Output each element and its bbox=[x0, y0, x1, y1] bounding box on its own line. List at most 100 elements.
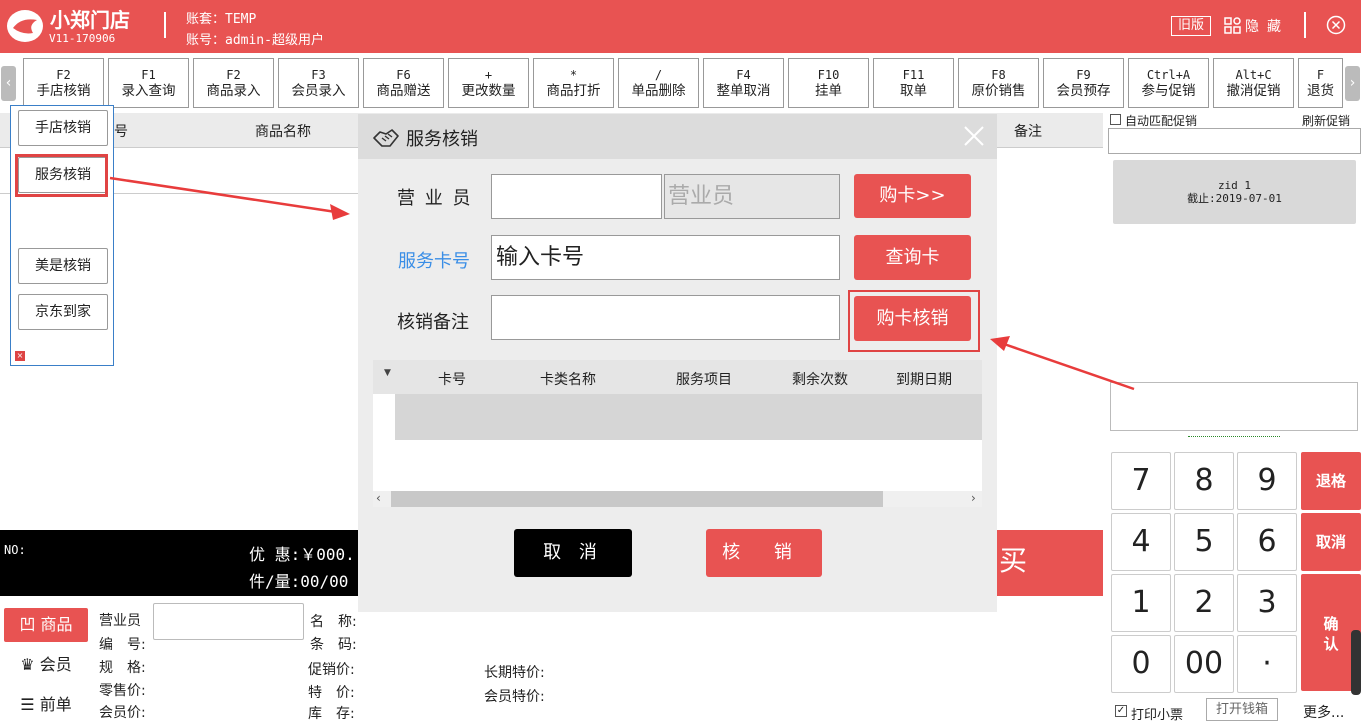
shortcut-key: Ctrl+A bbox=[1146, 68, 1191, 82]
divider bbox=[1188, 436, 1280, 437]
auto-match-label: 自动匹配促销 bbox=[1125, 114, 1198, 128]
old-version-button[interactable]: 旧版 bbox=[1171, 16, 1211, 36]
barcode-label: 条 码: bbox=[310, 637, 357, 653]
pieces-value: 件/量:00/00 bbox=[249, 572, 349, 591]
toolbar-button-6[interactable]: + 更改数量 bbox=[448, 58, 529, 108]
shortcut-key: F4 bbox=[736, 68, 751, 82]
numpad-key[interactable]: 7 bbox=[1111, 452, 1171, 510]
numpad-key[interactable]: 4 bbox=[1111, 513, 1171, 571]
toolbar-left-arrow[interactable]: ‹ bbox=[1, 66, 16, 101]
cancel-button[interactable]: 取 消 bbox=[514, 529, 632, 577]
toolbar-button-5[interactable]: F6 商品赠送 bbox=[363, 58, 444, 108]
buy-card-verify-button[interactable]: 购卡核销 bbox=[854, 296, 971, 341]
toolbar-button-15[interactable]: Alt+C 撤消促销 bbox=[1213, 58, 1294, 108]
popup-close-icon[interactable]: × bbox=[15, 351, 25, 361]
column-header-name: 商品名称 bbox=[255, 124, 311, 140]
toolbar-button-2[interactable]: F1 录入查询 bbox=[108, 58, 189, 108]
toolbar-button-label: 更改数量 bbox=[461, 83, 516, 99]
promo-card[interactable]: zid 1 截止:2019-07-01 bbox=[1113, 160, 1356, 224]
close-icon[interactable] bbox=[1326, 15, 1346, 35]
numpad-key[interactable]: 5 bbox=[1174, 513, 1234, 571]
numpad-key[interactable]: 8 bbox=[1174, 452, 1234, 510]
grid-icon[interactable] bbox=[1224, 17, 1241, 34]
clerk-label: 营业员 bbox=[99, 613, 141, 629]
clerk-input[interactable] bbox=[153, 603, 304, 640]
toolbar-button-8[interactable]: / 单品删除 bbox=[618, 58, 699, 108]
stock-label: 库 存: bbox=[308, 706, 355, 722]
more-button[interactable]: 更多... bbox=[1303, 702, 1344, 722]
divider bbox=[1304, 12, 1306, 38]
numpad-key[interactable]: 3 bbox=[1237, 574, 1297, 632]
auto-match-checkbox[interactable] bbox=[1110, 114, 1121, 125]
sort-down-icon[interactable]: ▼ bbox=[384, 368, 391, 378]
toolbar-button-7[interactable]: * 商品打折 bbox=[533, 58, 614, 108]
tab-goods-label: 商品 bbox=[40, 615, 73, 634]
shortcut-key: F3 bbox=[311, 68, 326, 82]
highlight-box bbox=[15, 154, 108, 197]
toolbar-button-11[interactable]: F11 取单 bbox=[873, 58, 954, 108]
card-number-input[interactable]: 输入卡号 bbox=[491, 235, 840, 280]
toolbar-button-9[interactable]: F4 整单取消 bbox=[703, 58, 784, 108]
tab-goods[interactable]: 凹 商品 bbox=[4, 608, 88, 642]
tab-previous-order[interactable]: ☰ 前单 bbox=[4, 688, 88, 722]
toolbar-button-label: 原价销售 bbox=[971, 83, 1026, 99]
numpad-key[interactable]: 0 bbox=[1111, 635, 1171, 693]
toolbar-button-12[interactable]: F8 原价销售 bbox=[958, 58, 1039, 108]
account-set-label: 账套：TEMP bbox=[186, 12, 257, 27]
toolbar-button-10[interactable]: F10 挂单 bbox=[788, 58, 869, 108]
hide-button[interactable]: 隐藏 bbox=[1245, 16, 1289, 36]
toolbar-button-16[interactable]: F 退货 bbox=[1298, 58, 1343, 108]
toolbar-button-4[interactable]: F3 会员录入 bbox=[278, 58, 359, 108]
scroll-right-icon[interactable]: › bbox=[971, 491, 976, 505]
numpad-key[interactable]: 00 bbox=[1174, 635, 1234, 693]
shortcut-key: F1 bbox=[141, 68, 156, 82]
clerk-code-input[interactable] bbox=[491, 174, 662, 219]
col-expiry: 到期日期 bbox=[896, 372, 952, 388]
numpad-key[interactable]: 2 bbox=[1174, 574, 1234, 632]
cancel-key-button[interactable]: 取消 bbox=[1301, 513, 1361, 571]
remark-input[interactable] bbox=[491, 295, 840, 340]
open-drawer-button[interactable]: 打开钱箱 bbox=[1206, 698, 1278, 721]
divider bbox=[164, 12, 166, 38]
promo-search-input[interactable] bbox=[1108, 128, 1361, 154]
toolbar-right-arrow[interactable]: › bbox=[1345, 66, 1360, 101]
backspace-button[interactable]: 退格 bbox=[1301, 452, 1361, 510]
scrollbar-thumb[interactable] bbox=[391, 491, 883, 507]
toolbar-button-13[interactable]: F9 会员预存 bbox=[1043, 58, 1124, 108]
numpad-key[interactable]: 1 bbox=[1111, 574, 1171, 632]
spec-label: 规 格: bbox=[99, 660, 146, 676]
numpad-key[interactable]: 9 bbox=[1237, 452, 1297, 510]
version-label: V11-170906 bbox=[49, 32, 116, 45]
numpad-display[interactable] bbox=[1110, 382, 1358, 431]
numpad-key[interactable]: · bbox=[1237, 635, 1297, 693]
shortcut-key: / bbox=[654, 68, 663, 82]
refresh-promo-button[interactable]: 刷新促销 bbox=[1302, 112, 1350, 129]
shortcut-key: F10 bbox=[817, 68, 840, 82]
numpad-key[interactable]: 6 bbox=[1237, 513, 1297, 571]
scroll-left-icon[interactable]: ‹ bbox=[376, 491, 381, 505]
query-card-button[interactable]: 查询卡 bbox=[854, 235, 971, 280]
toolbar-button-label: 撤消促销 bbox=[1226, 83, 1281, 99]
toolbar-button-3[interactable]: F2 商品录入 bbox=[193, 58, 274, 108]
toolbar-button-label: 退货 bbox=[1307, 83, 1334, 99]
toolbar-button-1[interactable]: F2 手店核销 bbox=[23, 58, 104, 108]
buy-card-button[interactable]: 购卡>> bbox=[854, 174, 971, 218]
menu-item-jd-daojia[interactable]: 京东到家 bbox=[18, 294, 108, 330]
toolbar-button-label: 整单取消 bbox=[716, 83, 771, 99]
toolbar-button-label: 商品打折 bbox=[546, 83, 601, 99]
member-special-label: 会员特价: bbox=[484, 689, 545, 705]
discount-value: 优 惠:￥000. bbox=[249, 545, 355, 564]
menu-item-meishi-verify[interactable]: 美是核销 bbox=[18, 248, 108, 284]
col-card-number: 卡号 bbox=[438, 372, 466, 388]
scrollbar-thumb[interactable] bbox=[1351, 630, 1361, 695]
dialog-close-icon[interactable] bbox=[962, 124, 986, 148]
tab-member[interactable]: ♛ 会员 bbox=[4, 648, 88, 682]
menu-item-store-verify[interactable]: 手店核销 bbox=[18, 110, 108, 146]
checkout-button[interactable]: 买 单 bbox=[997, 530, 1103, 639]
tab-member-label: 会员 bbox=[39, 655, 72, 674]
shortcut-key: F2 bbox=[56, 68, 71, 82]
table-row[interactable] bbox=[395, 394, 982, 440]
toolbar-button-14[interactable]: Ctrl+A 参与促销 bbox=[1128, 58, 1209, 108]
verify-button[interactable]: 核 销 bbox=[706, 529, 822, 577]
print-receipt-checkbox[interactable]: ✓ bbox=[1115, 705, 1127, 717]
